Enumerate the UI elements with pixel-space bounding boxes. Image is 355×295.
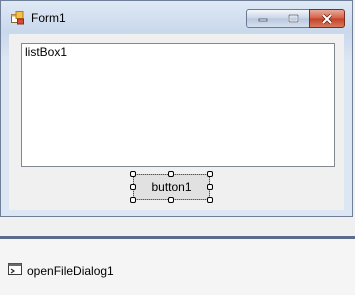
close-icon bbox=[321, 13, 333, 24]
tray-item-openfiledialog[interactable]: openFileDialog1 bbox=[8, 263, 114, 279]
maximize-icon bbox=[288, 14, 299, 23]
tray-item-label: openFileDialog1 bbox=[27, 264, 114, 278]
close-button[interactable] bbox=[309, 9, 345, 28]
dialog-component-icon bbox=[8, 263, 22, 279]
resize-handle-bottom-left[interactable] bbox=[130, 197, 136, 203]
form-titlebar[interactable]: Form1 bbox=[1, 1, 352, 33]
listbox-control[interactable]: listBox1 bbox=[21, 43, 335, 167]
maximize-button[interactable] bbox=[278, 9, 310, 28]
form-title: Form1 bbox=[31, 11, 66, 25]
resize-handle-top-left[interactable] bbox=[130, 171, 136, 177]
designer-surface: Form1 listBox1 button1 bbox=[0, 0, 355, 236]
resize-handle-right[interactable] bbox=[207, 184, 213, 190]
resize-handle-top[interactable] bbox=[168, 171, 174, 177]
minimize-button[interactable] bbox=[246, 9, 279, 28]
component-tray: openFileDialog1 bbox=[0, 239, 355, 295]
form-app-icon bbox=[11, 11, 25, 25]
button1-label: button1 bbox=[151, 180, 192, 194]
resize-handle-top-right[interactable] bbox=[207, 171, 213, 177]
form-client-area[interactable]: listBox1 button1 bbox=[9, 34, 344, 210]
resize-handle-left[interactable] bbox=[130, 184, 136, 190]
minimize-icon bbox=[258, 18, 267, 21]
resize-handle-bottom[interactable] bbox=[168, 197, 174, 203]
listbox-label: listBox1 bbox=[25, 45, 68, 59]
resize-handle-bottom-right[interactable] bbox=[207, 197, 213, 203]
form-window[interactable]: Form1 listBox1 button1 bbox=[0, 0, 353, 217]
